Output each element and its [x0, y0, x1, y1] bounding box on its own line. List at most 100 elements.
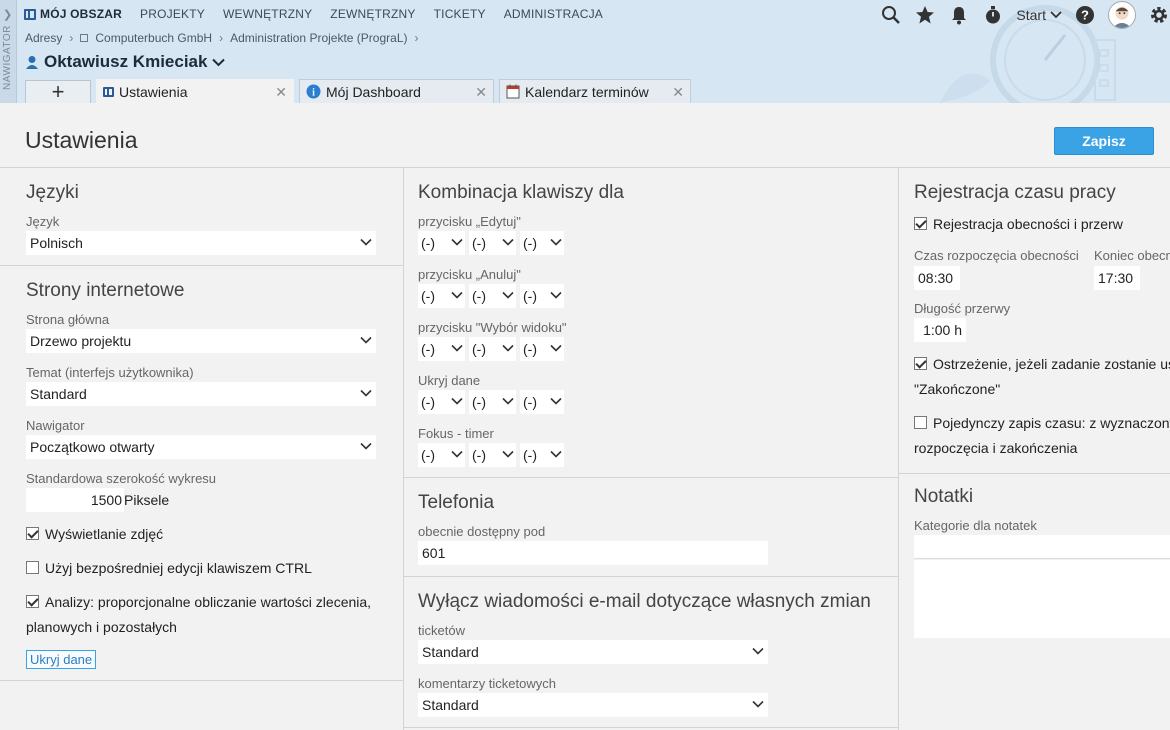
single-entry-checkbox[interactable] [914, 416, 927, 429]
tab-calendar[interactable]: Kalendarz terminów ✕ [499, 79, 691, 103]
shortcut-view-key3[interactable]: (-) [520, 337, 564, 361]
notes-category-textarea[interactable] [914, 560, 1170, 638]
divider [899, 473, 1170, 474]
workspace-icon [24, 8, 36, 20]
save-button[interactable]: Zapisz [1054, 127, 1154, 155]
help-icon[interactable]: ? [1074, 4, 1096, 26]
chevron-down-icon [451, 397, 463, 405]
bell-icon[interactable] [948, 4, 970, 26]
search-icon[interactable] [880, 4, 902, 26]
shortcut-view-label: przycisku "Wybór widoku" [418, 320, 567, 335]
divider [403, 727, 898, 728]
app-header: ❯ NAWIGATOR MÓJ OBSZAR PROJEKTY WEWNĘTRZ… [0, 0, 1170, 103]
calendar-icon [506, 84, 520, 99]
shortcut-timer-label: Fokus - timer [418, 426, 494, 441]
warning-checkbox[interactable] [914, 357, 927, 370]
language-select[interactable]: Polnisch [26, 231, 376, 255]
menu-tickets[interactable]: TICKETY [434, 7, 486, 21]
shortcut-cancel-key2[interactable]: (-) [469, 284, 516, 308]
shortcut-timer-key3[interactable]: (-) [520, 443, 564, 467]
menu-administration[interactable]: ADMINISTRACJA [504, 7, 603, 21]
shortcut-edit-key1[interactable]: (-) [418, 231, 465, 255]
close-icon[interactable]: ✕ [475, 84, 487, 101]
comments-email-select[interactable]: Standard [418, 693, 768, 717]
attendance-checkbox[interactable] [914, 217, 927, 230]
add-tab-button[interactable]: + [25, 79, 91, 103]
start-menu[interactable]: Start [1016, 7, 1062, 23]
navigator-label: NAWIGATOR [2, 25, 13, 90]
close-icon[interactable]: ✕ [672, 84, 684, 101]
shortcut-timer-key2[interactable]: (-) [469, 443, 516, 467]
column-divider [403, 168, 404, 730]
theme-label: Temat (interfejs użytkownika) [26, 365, 194, 380]
tickets-label: ticketów [418, 623, 465, 638]
navigator-strip[interactable]: ❯ NAWIGATOR [0, 0, 17, 103]
breadcrumb-item[interactable]: Computerbuch GmbH [95, 31, 212, 45]
shortcut-cancel-label: przycisku „Anuluj" [418, 267, 521, 282]
breadcrumb-item[interactable]: Administration Projekte (PrograL) [230, 31, 407, 45]
section-title-languages: Języki [26, 182, 79, 203]
shortcut-timer-key1[interactable]: (-) [418, 443, 465, 467]
language-label: Język [26, 214, 60, 229]
comments-label: komentarzy ticketowych [418, 676, 556, 691]
single-entry-label-line2: rozpoczęcia i zakończenia [914, 440, 1078, 456]
tab-bar: + Ustawienia ✕ i Mój Dashboard ✕ Kalenda… [17, 79, 691, 103]
toolbar: Start ? [880, 1, 1170, 29]
navigator-select[interactable]: Początkowo otwarty [26, 435, 376, 459]
gear-icon[interactable] [1148, 4, 1170, 26]
shortcut-view-key1[interactable]: (-) [418, 337, 465, 361]
break-length-input[interactable]: 1:00 h [914, 318, 966, 342]
menu-projects[interactable]: PROJEKTY [140, 7, 205, 21]
shortcut-view-key2[interactable]: (-) [469, 337, 516, 361]
shortcut-edit-key3[interactable]: (-) [520, 231, 564, 255]
end-time-input[interactable]: 17:30 [1094, 266, 1140, 290]
tickets-email-select[interactable]: Standard [418, 640, 768, 664]
shortcut-hide-key3[interactable]: (-) [520, 390, 564, 414]
workspace-icon [103, 86, 114, 97]
shortcut-edit-key2[interactable]: (-) [469, 231, 516, 255]
hide-data-button[interactable]: Ukryj dane [26, 650, 97, 669]
shortcut-hide-key1[interactable]: (-) [418, 390, 465, 414]
breadcrumb-separator: › [69, 31, 74, 45]
shortcut-cancel-key1[interactable]: (-) [418, 284, 465, 308]
divider [0, 680, 403, 681]
chevron-down-icon [752, 700, 764, 708]
tab-dashboard[interactable]: i Mój Dashboard ✕ [299, 79, 494, 103]
shortcut-cancel-key3[interactable]: (-) [520, 284, 564, 308]
homepage-select[interactable]: Drzewo projektu [26, 329, 376, 353]
tab-settings[interactable]: Ustawienia ✕ [96, 79, 294, 103]
shortcut-hide-key2[interactable]: (-) [469, 390, 516, 414]
start-time-input[interactable]: 08:30 [914, 266, 960, 290]
menu-internal[interactable]: WEWNĘTRZNY [223, 7, 312, 21]
breadcrumb-item[interactable]: Adresy [25, 31, 62, 45]
chevron-down-icon [360, 238, 372, 246]
section-title-shortcuts: Kombinacja klawiszy dla [418, 182, 624, 203]
svg-text:i: i [312, 88, 315, 99]
chart-width-input[interactable]: 1500 [26, 488, 124, 512]
chevron-down-icon [550, 291, 562, 299]
theme-select[interactable]: Standard [26, 382, 376, 406]
analysis-label-line2: planowych i pozostałych [26, 619, 177, 635]
chevron-right-icon[interactable]: ❯ [3, 8, 12, 21]
phone-input[interactable]: 601 [418, 541, 768, 565]
menu-external[interactable]: ZEWNĘTRZNY [330, 7, 415, 21]
analysis-checkbox[interactable] [26, 595, 39, 608]
column-divider [898, 168, 899, 730]
stopwatch-icon[interactable] [982, 4, 1004, 26]
menu-my-workspace[interactable]: MÓJ OBSZAR [24, 7, 122, 21]
break-length-label: Długość przerwy [914, 301, 1011, 316]
section-title-telephony: Telefonia [418, 492, 495, 513]
star-icon[interactable] [914, 4, 936, 26]
section-title-websites: Strony internetowe [26, 280, 185, 301]
avatar[interactable] [1108, 1, 1136, 29]
breadcrumb-separator: › [219, 31, 224, 45]
close-icon[interactable]: ✕ [275, 84, 287, 101]
chart-width-label: Standardowa szerokość wykresu [26, 471, 217, 486]
ctrl-edit-label: Użyj bezpośredniej edycji klawiszem CTRL [45, 560, 312, 576]
user-selector[interactable]: Oktawiusz Kmieciak [25, 52, 226, 72]
chevron-down-icon [550, 344, 562, 352]
chevron-down-icon [360, 389, 372, 397]
ctrl-edit-checkbox[interactable] [26, 561, 39, 574]
show-photos-checkbox[interactable] [26, 527, 39, 540]
notes-category-input[interactable] [914, 535, 1170, 559]
